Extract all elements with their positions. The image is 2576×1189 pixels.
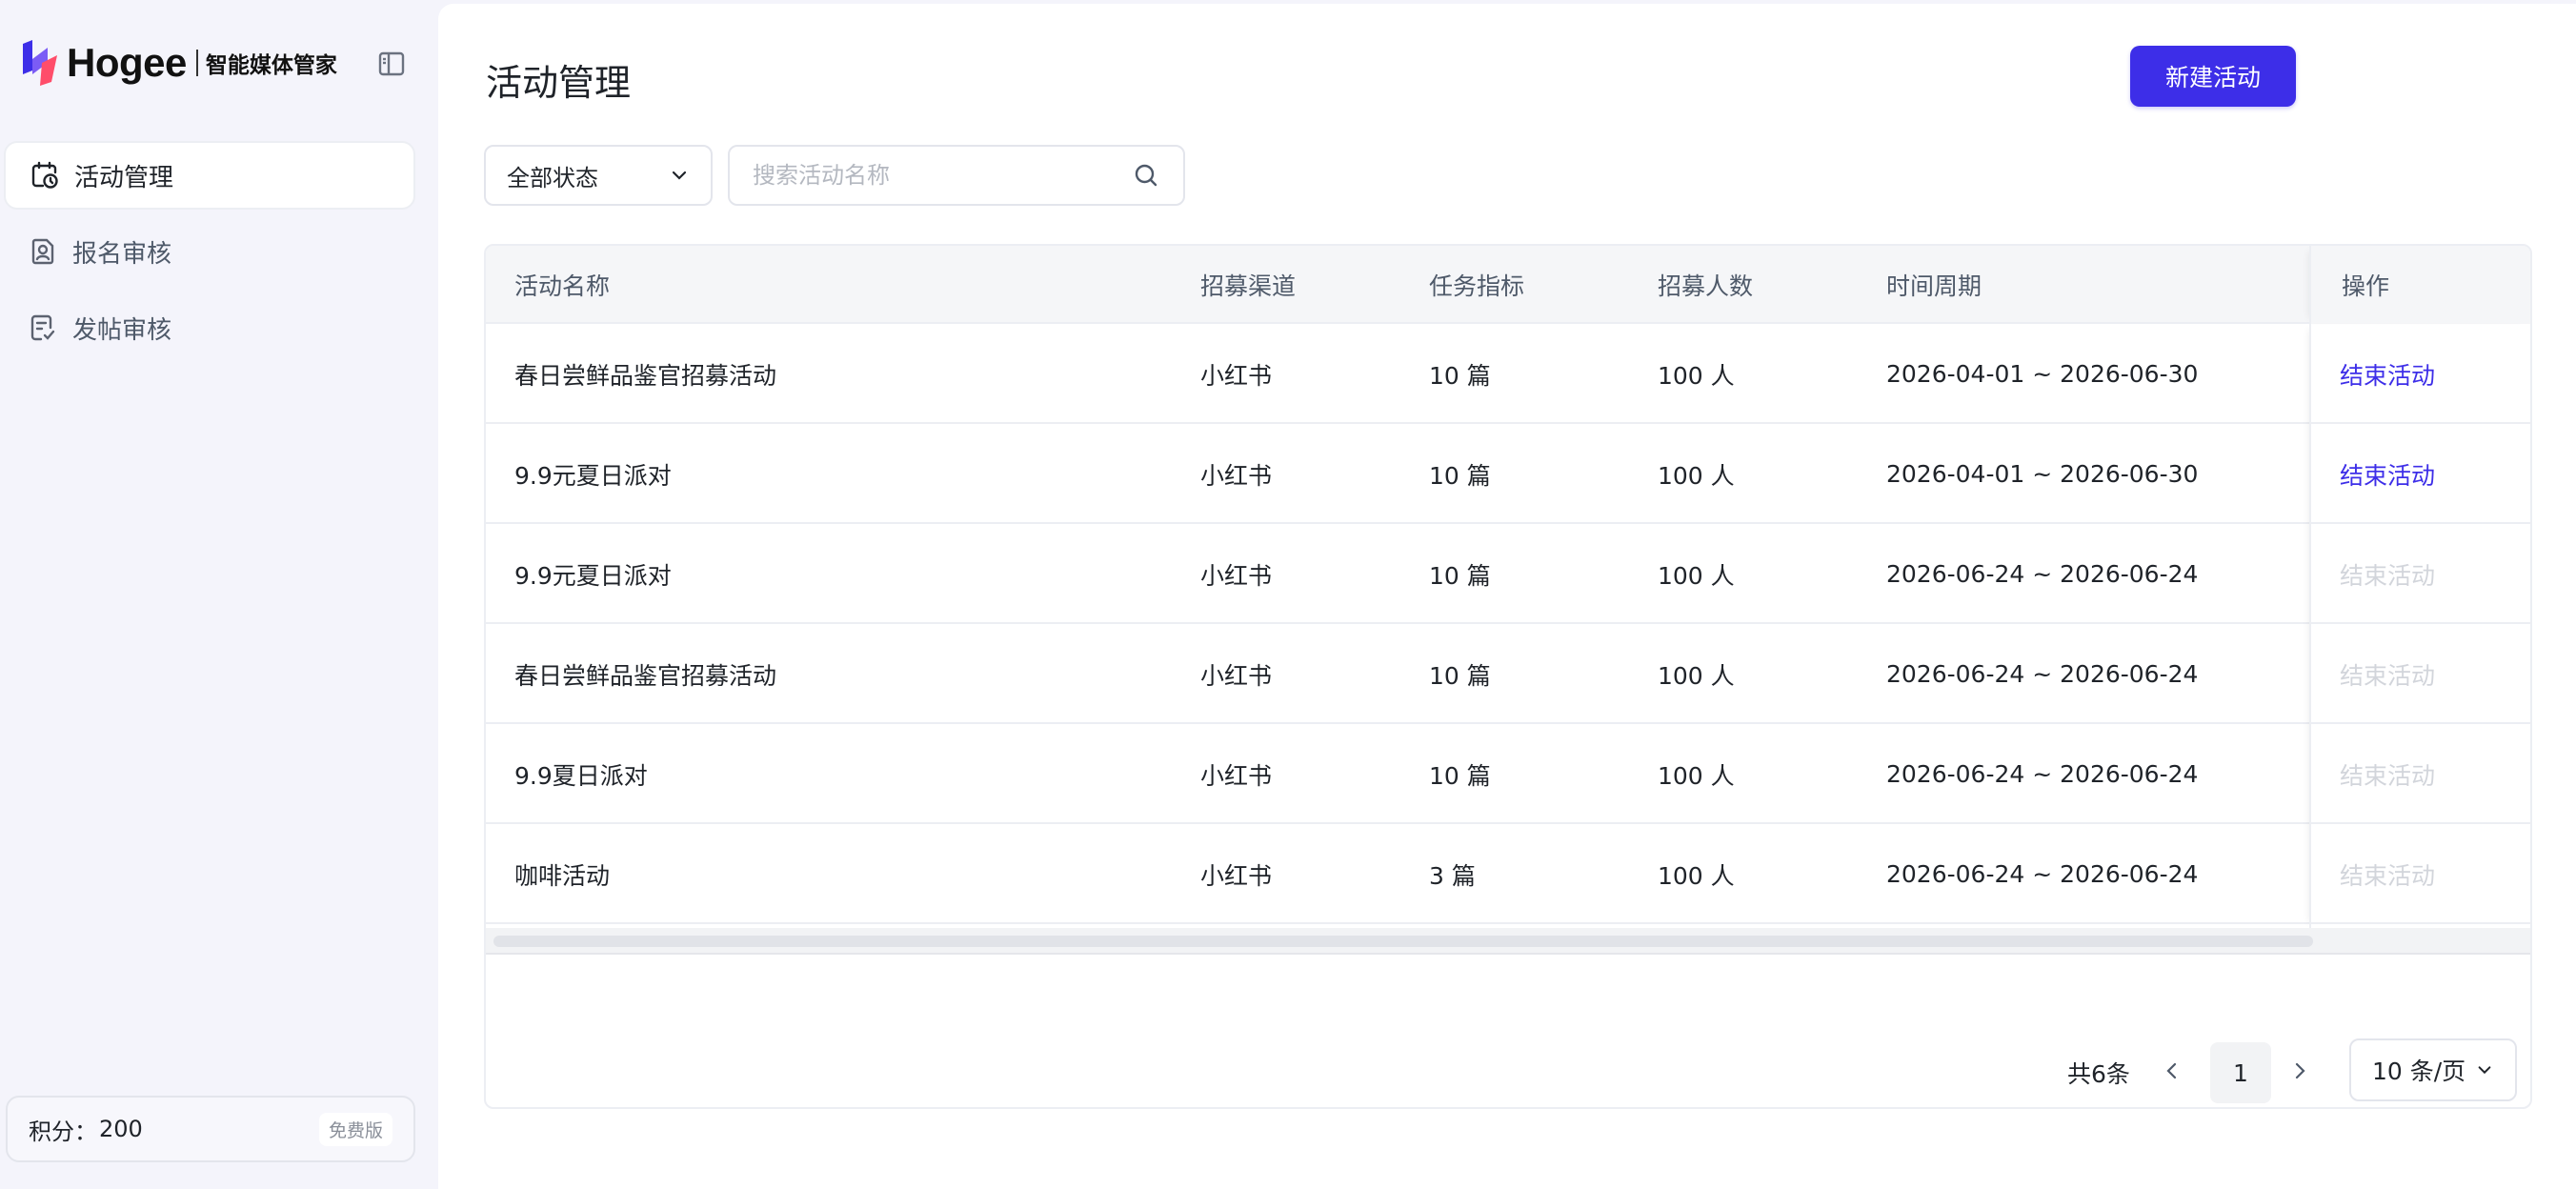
cell-period: 2026-06-24 ~ 2026-06-24: [1886, 860, 2199, 888]
prev-page-button[interactable]: [2142, 1042, 2203, 1103]
cell-period: 2026-06-24 ~ 2026-06-24: [1886, 760, 2199, 788]
cell-people: 100 人: [1658, 661, 1735, 690]
cell-people: 100 人: [1658, 461, 1735, 490]
pagination-total: 共6条: [2067, 1060, 2130, 1088]
column-header-people: 招募人数: [1658, 272, 1754, 300]
cell-period: 2026-06-24 ~ 2026-06-24: [1886, 560, 2199, 588]
chevron-down-icon: [2475, 1060, 2494, 1079]
end-activity-link: 结束活动: [2340, 661, 2436, 690]
cell-activity-name: 春日尝鲜品鉴官招募活动: [514, 361, 777, 390]
cell-action: 结束活动: [2340, 724, 2435, 824]
cell-channel: 小红书: [1200, 461, 1273, 490]
cell-activity-name: 咖啡活动: [514, 861, 611, 890]
cell-action: 结束活动: [2340, 624, 2435, 724]
cell-channel: 小红书: [1200, 361, 1273, 390]
end-activity-link[interactable]: 结束活动: [2340, 357, 2435, 392]
cell-activity-name: 春日尝鲜品鉴官招募活动: [514, 661, 777, 690]
sidebar-nav: 活动管理 报名审核 发帖审核: [4, 141, 415, 370]
cell-people: 100 人: [1658, 761, 1735, 790]
sidebar-item-label: 活动管理: [74, 163, 174, 192]
sidebar-item-registration-review[interactable]: 报名审核: [4, 217, 415, 286]
cell-channel: 小红书: [1200, 861, 1273, 890]
cell-action: 结束活动: [2340, 524, 2435, 624]
brand-subtitle: 智能媒体管家: [205, 53, 337, 78]
end-activity-link: 结束活动: [2340, 761, 2436, 790]
page-size-select[interactable]: 10 条/页: [2349, 1038, 2517, 1101]
new-activity-button[interactable]: 新建活动: [2130, 46, 2296, 107]
cell-activity-name: 9.9元夏日派对: [514, 561, 672, 590]
user-document-icon: [27, 235, 59, 268]
cell-action: 结束活动: [2340, 424, 2435, 524]
hogee-logo-icon: [19, 38, 61, 88]
sidebar-collapse-button[interactable]: [375, 50, 408, 82]
cell-channel: 小红书: [1200, 661, 1273, 690]
points-value: 200: [99, 1116, 143, 1142]
cell-people: 100 人: [1658, 861, 1735, 890]
sidebar-toggle-icon: [377, 50, 406, 82]
table-row: 9.9元夏日派对 小红书 10 篇 100 人 2026-06-24 ~ 2026-06…: [486, 524, 2530, 624]
search-icon[interactable]: [1132, 161, 1160, 190]
end-activity-link: 结束活动: [2340, 861, 2436, 890]
chevron-down-icon: [669, 165, 690, 186]
cell-target: 3 篇: [1429, 861, 1476, 890]
cell-activity-name: 9.9元夏日派对: [514, 461, 672, 490]
sidebar-item-activity-management[interactable]: 活动管理: [4, 141, 415, 210]
cell-action: 结束活动: [2340, 824, 2435, 924]
sidebar: Hogee 智能媒体管家 活动管理 报名审核 发帖审核 积分： 200 免费版: [0, 0, 438, 1189]
table-row: 9.9元夏日派对 小红书 10 篇 100 人 2026-04-01 ~ 2026-06…: [486, 424, 2530, 524]
table-row: 春日尝鲜品鉴官招募活动 小红书 10 篇 100 人 2026-06-24 ~ 2026…: [486, 624, 2530, 724]
brand-name: Hogee: [67, 40, 187, 85]
sidebar-item-label: 报名审核: [72, 239, 172, 269]
cell-target: 10 篇: [1429, 761, 1491, 790]
points-panel: 积分： 200 免费版: [6, 1096, 415, 1162]
table-row: 咖啡活动 小红书 3 篇 100 人 2026-06-24 ~ 2026-06-24 结束…: [486, 824, 2530, 924]
table-row: 春日尝鲜品鉴官招募活动 小红书 10 篇 100 人 2026-04-01 ~ 2026…: [486, 324, 2530, 424]
brand: Hogee 智能媒体管家: [19, 34, 337, 91]
table-header: 活动名称 招募渠道 任务指标 招募人数 时间周期 操作: [486, 246, 2530, 324]
chevron-right-icon: [2289, 1060, 2310, 1085]
points-label: 积分：: [29, 1118, 97, 1145]
cell-channel: 小红书: [1200, 761, 1273, 790]
cell-target: 10 篇: [1429, 461, 1491, 490]
status-filter-select[interactable]: 全部状态: [484, 145, 713, 206]
cell-target: 10 篇: [1429, 361, 1491, 390]
table-row: 9.9夏日派对 小红书 10 篇 100 人 2026-06-24 ~ 2026-06-…: [486, 724, 2530, 824]
post-check-icon: [27, 312, 59, 344]
brand-divider: [195, 50, 198, 76]
end-activity-link[interactable]: 结束活动: [2340, 457, 2435, 492]
main-content: 活动管理 新建活动 全部状态 活动名称 招募渠道 任务指标 招募人数 时间周期 …: [438, 4, 2576, 1189]
cell-target: 10 篇: [1429, 661, 1491, 690]
calendar-clock-icon: [29, 159, 61, 191]
cell-activity-name: 9.9夏日派对: [514, 761, 648, 790]
cell-people: 100 人: [1658, 561, 1735, 590]
sidebar-item-label: 发帖审核: [72, 315, 172, 345]
page-title: 活动管理: [486, 62, 632, 104]
horizontal-scrollbar[interactable]: [486, 928, 2530, 955]
search-input[interactable]: [753, 162, 1132, 189]
column-header-name: 活动名称: [514, 272, 611, 300]
page-size-value: 10 条/页: [2372, 1058, 2466, 1085]
end-activity-link: 结束活动: [2340, 561, 2436, 590]
column-header-action: 操作: [2309, 246, 2530, 324]
cell-target: 10 篇: [1429, 561, 1491, 590]
cell-period: 2026-04-01 ~ 2026-06-30: [1886, 460, 2199, 488]
cell-period: 2026-06-24 ~ 2026-06-24: [1886, 660, 2199, 688]
cell-people: 100 人: [1658, 361, 1735, 390]
activity-table: 活动名称 招募渠道 任务指标 招募人数 时间周期 操作 春日尝鲜品鉴官招募活动小…: [484, 244, 2532, 1109]
plan-badge: 免费版: [318, 1112, 392, 1146]
cell-channel: 小红书: [1200, 561, 1273, 590]
cell-period: 2026-04-01 ~ 2026-06-30: [1886, 360, 2199, 388]
next-page-button[interactable]: [2279, 1042, 2321, 1103]
page-button-current[interactable]: 1: [2210, 1042, 2271, 1103]
column-header-target: 任务指标: [1429, 272, 1525, 300]
status-filter-value: 全部状态: [507, 164, 598, 191]
column-header-channel: 招募渠道: [1200, 272, 1297, 300]
search-box: [728, 145, 1185, 206]
chevron-left-icon: [2162, 1060, 2183, 1085]
cell-action: 结束活动: [2340, 324, 2435, 424]
sidebar-item-post-review[interactable]: 发帖审核: [4, 293, 415, 362]
scrollbar-thumb[interactable]: [493, 936, 2313, 947]
column-header-period: 时间周期: [1886, 272, 1982, 300]
